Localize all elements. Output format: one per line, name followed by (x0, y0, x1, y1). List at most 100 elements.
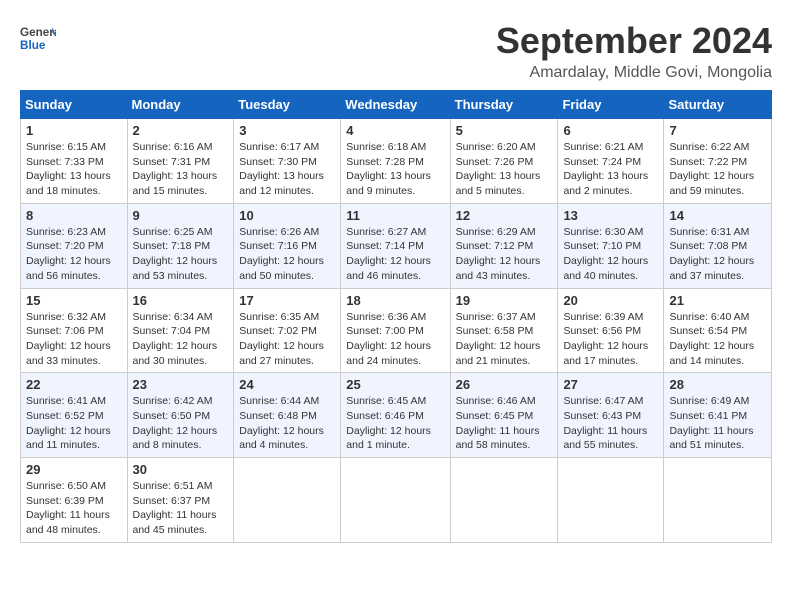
calendar-cell: 17Sunrise: 6:35 AMSunset: 7:02 PMDayligh… (234, 288, 341, 373)
calendar-cell: 20 Sunrise: 6:39 AMSunset: 6:56 PMDayligh… (558, 288, 664, 373)
calendar-cell: 22 Sunrise: 6:41 AMSunset: 6:52 PMDayligh… (21, 373, 128, 458)
day-number: 15 (26, 293, 122, 308)
calendar-cell: 12 Sunrise: 6:29 AMSunset: 7:12 PMDayligh… (450, 203, 558, 288)
day-number: 28 (669, 377, 766, 392)
day-number: 19 (456, 293, 553, 308)
calendar-cell: 13 Sunrise: 6:30 AMSunset: 7:10 PMDayligh… (558, 203, 664, 288)
day-info: Sunrise: 6:31 AMSunset: 7:08 PMDaylight:… (669, 226, 754, 282)
day-number: 9 (133, 208, 229, 223)
day-number: 8 (26, 208, 122, 223)
calendar-cell: 27 Sunrise: 6:47 AMSunset: 6:43 PMDayligh… (558, 373, 664, 458)
header-sunday: Sunday (21, 91, 128, 119)
day-number: 24 (239, 377, 335, 392)
day-info: Sunrise: 6:34 AMSunset: 7:04 PMDaylight:… (133, 311, 218, 367)
calendar-cell: 11 Sunrise: 6:27 AMSunset: 7:14 PMDayligh… (341, 203, 450, 288)
day-number: 2 (133, 123, 229, 138)
calendar-cell: 25 Sunrise: 6:45 AMSunset: 6:46 PMDayligh… (341, 373, 450, 458)
day-info: Sunrise: 6:17 AMSunset: 7:30 PMDaylight:… (239, 141, 324, 197)
calendar-cell: 24 Sunrise: 6:44 AMSunset: 6:48 PMDayligh… (234, 373, 341, 458)
day-number: 12 (456, 208, 553, 223)
day-info: Sunrise: 6:21 AMSunset: 7:24 PMDaylight:… (563, 141, 648, 197)
day-info: Sunrise: 6:15 AMSunset: 7:33 PMDaylight:… (26, 141, 111, 197)
day-number: 16 (133, 293, 229, 308)
day-info: Sunrise: 6:29 AMSunset: 7:12 PMDaylight:… (456, 226, 541, 282)
logo: General Blue (20, 20, 60, 56)
calendar-cell: 6Sunrise: 6:21 AMSunset: 7:24 PMDaylight… (558, 119, 664, 204)
calendar-week-row: 1 Sunrise: 6:15 AMSunset: 7:33 PMDaylight… (21, 119, 772, 204)
day-number: 21 (669, 293, 766, 308)
calendar-cell: 9Sunrise: 6:25 AMSunset: 7:18 PMDaylight… (127, 203, 234, 288)
calendar-cell: 19 Sunrise: 6:37 AMSunset: 6:58 PMDayligh… (450, 288, 558, 373)
day-info: Sunrise: 6:16 AMSunset: 7:31 PMDaylight:… (133, 141, 218, 197)
calendar-cell: 7 Sunrise: 6:22 AMSunset: 7:22 PMDaylight… (664, 119, 772, 204)
day-number: 7 (669, 123, 766, 138)
location: Amardalay, Middle Govi, Mongolia (496, 64, 772, 82)
title-block: September 2024 Amardalay, Middle Govi, M… (496, 20, 772, 82)
day-info: Sunrise: 6:22 AMSunset: 7:22 PMDaylight:… (669, 141, 754, 197)
day-info: Sunrise: 6:27 AMSunset: 7:14 PMDaylight:… (346, 226, 431, 282)
svg-text:Blue: Blue (20, 39, 46, 52)
day-number: 1 (26, 123, 122, 138)
month-title: September 2024 (496, 20, 772, 62)
calendar-cell: 23Sunrise: 6:42 AMSunset: 6:50 PMDayligh… (127, 373, 234, 458)
header-saturday: Saturday (664, 91, 772, 119)
day-info: Sunrise: 6:42 AMSunset: 6:50 PMDaylight:… (133, 395, 218, 451)
day-info: Sunrise: 6:35 AMSunset: 7:02 PMDaylight:… (239, 311, 324, 367)
calendar-week-row: 22 Sunrise: 6:41 AMSunset: 6:52 PMDayligh… (21, 373, 772, 458)
day-number: 5 (456, 123, 553, 138)
header-tuesday: Tuesday (234, 91, 341, 119)
calendar-week-row: 8 Sunrise: 6:23 AMSunset: 7:20 PMDaylight… (21, 203, 772, 288)
day-info: Sunrise: 6:26 AMSunset: 7:16 PMDaylight:… (239, 226, 324, 282)
calendar-header-row: Sunday Monday Tuesday Wednesday Thursday… (21, 91, 772, 119)
day-number: 30 (133, 462, 229, 477)
day-number: 11 (346, 208, 444, 223)
svg-text:General: General (20, 26, 56, 39)
day-info: Sunrise: 6:37 AMSunset: 6:58 PMDaylight:… (456, 311, 541, 367)
calendar-cell: 26 Sunrise: 6:46 AMSunset: 6:45 PMDayligh… (450, 373, 558, 458)
day-number: 18 (346, 293, 444, 308)
day-number: 22 (26, 377, 122, 392)
day-info: Sunrise: 6:51 AMSunset: 6:37 PMDaylight:… (133, 480, 217, 536)
calendar-cell: 2 Sunrise: 6:16 AMSunset: 7:31 PMDaylight… (127, 119, 234, 204)
calendar-cell: 14Sunrise: 6:31 AMSunset: 7:08 PMDayligh… (664, 203, 772, 288)
header-monday: Monday (127, 91, 234, 119)
calendar-cell: 8 Sunrise: 6:23 AMSunset: 7:20 PMDaylight… (21, 203, 128, 288)
calendar-cell: 10 Sunrise: 6:26 AMSunset: 7:16 PMDayligh… (234, 203, 341, 288)
calendar-cell: 16 Sunrise: 6:34 AMSunset: 7:04 PMDayligh… (127, 288, 234, 373)
calendar-week-row: 29Sunrise: 6:50 AMSunset: 6:39 PMDayligh… (21, 458, 772, 543)
page-header: General Blue September 2024 Amardalay, M… (20, 20, 772, 82)
day-number: 10 (239, 208, 335, 223)
logo-icon: General Blue (20, 20, 56, 56)
day-info: Sunrise: 6:47 AMSunset: 6:43 PMDaylight:… (563, 395, 647, 451)
calendar-cell (664, 458, 772, 543)
day-info: Sunrise: 6:40 AMSunset: 6:54 PMDaylight:… (669, 311, 754, 367)
day-info: Sunrise: 6:45 AMSunset: 6:46 PMDaylight:… (346, 395, 431, 451)
calendar-cell: 1 Sunrise: 6:15 AMSunset: 7:33 PMDaylight… (21, 119, 128, 204)
header-friday: Friday (558, 91, 664, 119)
day-info: Sunrise: 6:20 AMSunset: 7:26 PMDaylight:… (456, 141, 541, 197)
calendar-cell: 15Sunrise: 6:32 AMSunset: 7:06 PMDayligh… (21, 288, 128, 373)
calendar-cell: 5 Sunrise: 6:20 AMSunset: 7:26 PMDaylight… (450, 119, 558, 204)
day-info: Sunrise: 6:36 AMSunset: 7:00 PMDaylight:… (346, 311, 431, 367)
day-info: Sunrise: 6:39 AMSunset: 6:56 PMDaylight:… (563, 311, 648, 367)
calendar-cell (450, 458, 558, 543)
calendar-cell: 28 Sunrise: 6:49 AMSunset: 6:41 PMDayligh… (664, 373, 772, 458)
day-info: Sunrise: 6:23 AMSunset: 7:20 PMDaylight:… (26, 226, 111, 282)
day-info: Sunrise: 6:49 AMSunset: 6:41 PMDaylight:… (669, 395, 753, 451)
day-number: 20 (563, 293, 658, 308)
day-number: 13 (563, 208, 658, 223)
calendar-week-row: 15Sunrise: 6:32 AMSunset: 7:06 PMDayligh… (21, 288, 772, 373)
day-number: 25 (346, 377, 444, 392)
calendar-cell (558, 458, 664, 543)
calendar-cell: 3Sunrise: 6:17 AMSunset: 7:30 PMDaylight… (234, 119, 341, 204)
header-thursday: Thursday (450, 91, 558, 119)
day-number: 26 (456, 377, 553, 392)
day-number: 27 (563, 377, 658, 392)
calendar-cell: 21 Sunrise: 6:40 AMSunset: 6:54 PMDayligh… (664, 288, 772, 373)
day-info: Sunrise: 6:30 AMSunset: 7:10 PMDaylight:… (563, 226, 648, 282)
day-info: Sunrise: 6:18 AMSunset: 7:28 PMDaylight:… (346, 141, 431, 197)
day-info: Sunrise: 6:44 AMSunset: 6:48 PMDaylight:… (239, 395, 324, 451)
day-info: Sunrise: 6:50 AMSunset: 6:39 PMDaylight:… (26, 480, 110, 536)
day-info: Sunrise: 6:41 AMSunset: 6:52 PMDaylight:… (26, 395, 111, 451)
day-info: Sunrise: 6:46 AMSunset: 6:45 PMDaylight:… (456, 395, 540, 451)
